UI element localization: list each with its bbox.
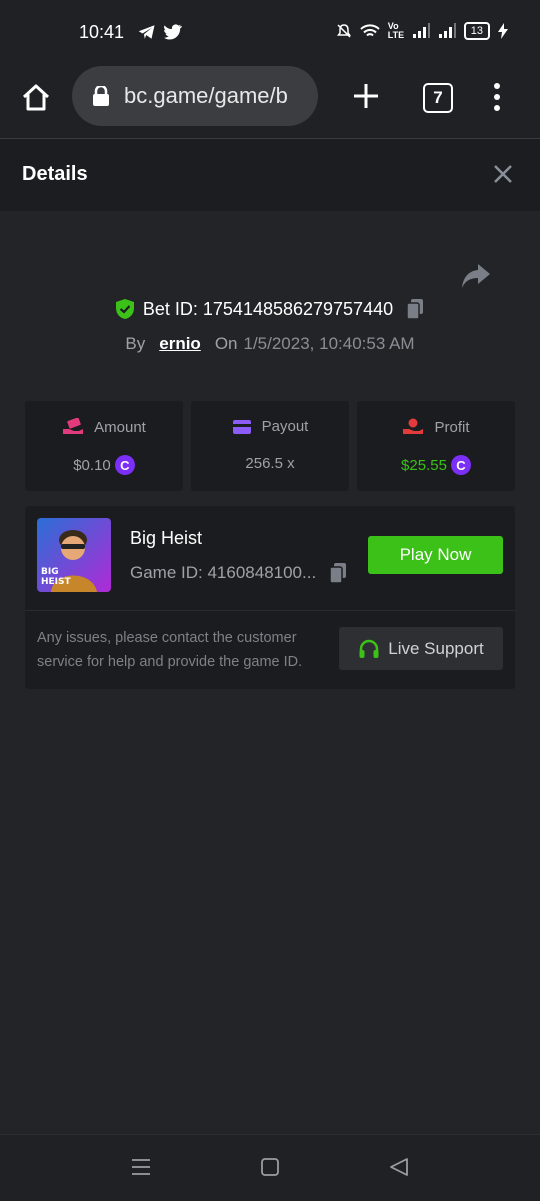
- more-menu-icon[interactable]: [490, 82, 504, 112]
- system-nav-bar: [0, 1134, 540, 1201]
- stat-value: 256.5 x: [245, 455, 295, 472]
- copy-icon[interactable]: [328, 562, 348, 584]
- by-label: By: [125, 334, 146, 353]
- game-thumb-text: BIG: [41, 567, 59, 577]
- stat-label: Payout: [261, 418, 309, 435]
- telegram-icon: [138, 25, 155, 39]
- game-thumbnail[interactable]: BIG HEIST: [37, 518, 111, 592]
- shield-check-icon: [115, 299, 134, 319]
- lock-icon: [93, 86, 109, 106]
- stat-label: Profit: [434, 418, 470, 436]
- browser-toolbar: bc.game/game/b 7: [0, 66, 540, 139]
- close-icon[interactable]: [492, 163, 514, 185]
- home-icon[interactable]: [20, 82, 52, 114]
- status-time: 10:41: [79, 22, 125, 42]
- share-icon[interactable]: [460, 262, 492, 290]
- game-card: BIG HEIST Big Heist Game ID: 4160848100.…: [25, 506, 515, 689]
- on-label: On: [214, 334, 238, 353]
- charging-icon: [498, 23, 508, 39]
- page-title: Details: [22, 163, 88, 185]
- play-now-button[interactable]: Play Now: [368, 536, 503, 574]
- coin-icon: C: [450, 455, 471, 475]
- copy-icon[interactable]: [405, 298, 425, 320]
- battery-icon: 13: [463, 22, 490, 40]
- address-bar[interactable]: bc.game/game/b: [72, 66, 318, 126]
- coin-icon: C: [114, 455, 135, 475]
- stat-label: Amount: [94, 418, 146, 436]
- url-text: bc.game/game/b: [124, 83, 288, 108]
- bet-author-row: By ernio On 1/5/2023, 10:40:53 AM: [0, 334, 540, 354]
- signal-icon: [438, 23, 456, 38]
- support-message: Any issues, please contact the customer …: [37, 630, 303, 670]
- live-support-button[interactable]: Live Support: [339, 627, 503, 670]
- twitter-icon: [164, 24, 182, 40]
- new-tab-icon[interactable]: [350, 80, 382, 112]
- status-bar: 10:41 Vo LTE 13: [0, 0, 540, 66]
- recent-apps-icon[interactable]: [131, 1157, 151, 1177]
- game-thumb-text: HEIST: [41, 577, 72, 587]
- stat-value: $25.55: [401, 456, 447, 474]
- money-hand-icon: [63, 418, 84, 434]
- details-header: Details: [0, 139, 540, 211]
- stat-amount: Amount $0.10 C: [25, 401, 183, 491]
- game-id-label: Game ID: 4160848100...: [130, 563, 317, 582]
- game-name[interactable]: Big Heist: [130, 528, 202, 549]
- tab-switcher-button[interactable]: 7: [423, 83, 453, 113]
- stat-value: $0.10: [73, 456, 111, 474]
- wifi-icon: [360, 23, 380, 36]
- home-nav-icon[interactable]: [260, 1157, 280, 1177]
- back-icon[interactable]: [389, 1157, 409, 1177]
- live-support-label: Live Support: [388, 638, 484, 658]
- headset-icon: [359, 639, 379, 658]
- bet-id-row: Bet ID: 1754148586279757440: [0, 298, 540, 320]
- signal-icon: [412, 23, 430, 38]
- stat-payout: Payout 256.5 x: [191, 401, 349, 491]
- card-icon: [232, 419, 251, 434]
- game-id-row: Game ID: 4160848100...: [130, 562, 348, 584]
- stat-profit: Profit $25.55 C: [357, 401, 515, 491]
- divider: [25, 610, 515, 611]
- volte-icon: Vo LTE: [387, 21, 405, 40]
- username-link[interactable]: ernio: [159, 334, 201, 354]
- profit-icon: [403, 418, 424, 434]
- bet-id-label: Bet ID: 1754148586279757440: [142, 298, 394, 319]
- bet-stats: Amount $0.10 C Payout 256.5 x Profit $25…: [25, 401, 515, 491]
- bet-date: 1/5/2023, 10:40:53 AM: [243, 334, 415, 353]
- mute-icon: [336, 24, 351, 38]
